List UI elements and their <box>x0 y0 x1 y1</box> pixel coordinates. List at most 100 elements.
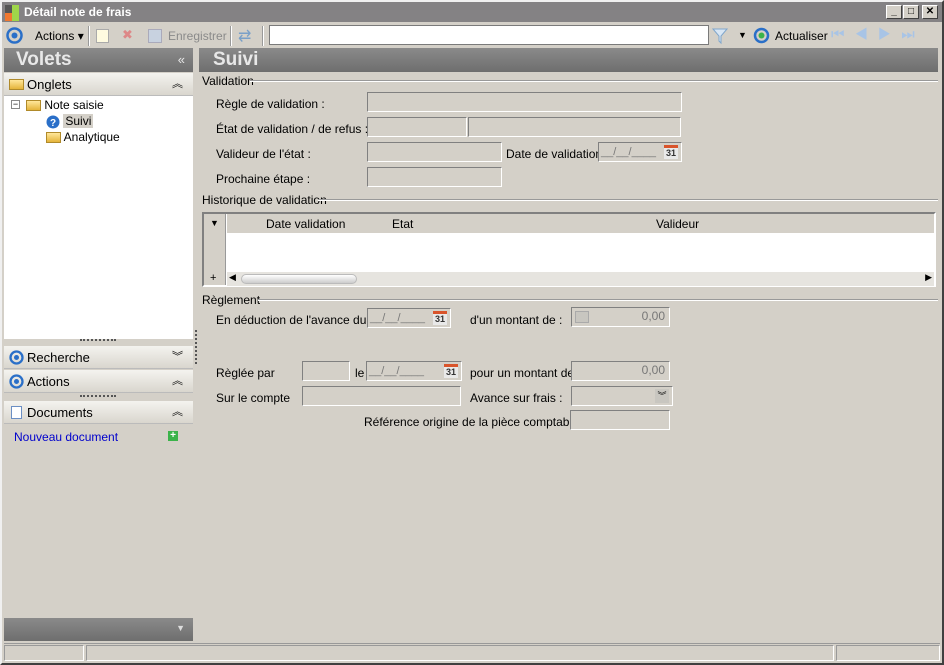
new-icon[interactable] <box>96 29 109 43</box>
collapse-panel-button[interactable]: « <box>178 48 185 72</box>
record-navigation: ⏮◀▶⏭ <box>831 26 925 43</box>
first-record-icon[interactable]: ⏮ <box>831 26 855 43</box>
tree-label: Note saisie <box>44 98 104 112</box>
tree-item-suivi[interactable]: ? Suivi <box>46 114 94 129</box>
amount-field[interactable]: 0,00 <box>571 307 670 327</box>
documents-label: Documents <box>27 405 93 420</box>
paid-on-label: le <box>355 366 365 380</box>
status-bar <box>4 643 940 661</box>
volets-header: Volets « <box>4 48 193 72</box>
chevron-down-icon[interactable]: ︾ <box>172 346 183 369</box>
calendar-icon[interactable]: 31 <box>664 145 678 159</box>
column-header-etat[interactable]: Etat <box>392 217 413 231</box>
reference-field[interactable] <box>570 410 670 430</box>
add-row-icon[interactable]: + <box>210 272 216 284</box>
save-button[interactable]: Enregistrer <box>168 29 227 43</box>
window-title: Détail note de frais <box>24 5 132 19</box>
actions-label: Actions <box>35 29 75 43</box>
tree-item-note-saisie[interactable]: Note saisie <box>26 98 104 112</box>
next-record-icon[interactable]: ▶ <box>878 26 901 43</box>
close-button[interactable]: ✕ <box>922 5 938 19</box>
scroll-right-icon[interactable]: ▶ <box>925 272 932 283</box>
prev-record-icon[interactable]: ◀ <box>855 26 878 43</box>
minimize-button[interactable]: _ <box>886 5 902 19</box>
app-logo-icon <box>5 5 19 21</box>
vertical-splitter[interactable] <box>195 330 197 364</box>
tabs-tree: − Note saisie ? Suivi Analytique <box>4 96 193 339</box>
recherche-section[interactable]: Recherche ︾ <box>4 346 193 369</box>
actions-menu-button[interactable]: Actions ▾ <box>35 29 84 43</box>
column-chooser-icon[interactable]: ▼ <box>210 218 219 228</box>
tree-label: Suivi <box>63 114 94 128</box>
scroll-left-icon[interactable]: ◀ <box>229 272 236 283</box>
paid-by-field[interactable] <box>302 361 350 381</box>
delete-icon[interactable]: ✖ <box>122 27 133 43</box>
chevron-up-icon[interactable]: ︽ <box>172 401 183 424</box>
paid-amount-label: pour un montant de <box>470 366 575 380</box>
add-icon[interactable]: + <box>168 431 178 441</box>
actions-section[interactable]: Actions ︽ <box>4 370 193 393</box>
column-header-date[interactable]: Date validation <box>266 217 345 231</box>
splitter-handle[interactable] <box>80 339 116 341</box>
date-mask: __/__/____ <box>601 146 657 158</box>
chevron-down-icon[interactable]: ▼ <box>176 623 185 633</box>
panel-footer: ▼ <box>4 618 193 641</box>
filter-dropdown-icon[interactable]: ▼ <box>738 30 747 40</box>
validation-date-field[interactable]: __/__/____ 31 <box>598 142 682 162</box>
advance-select[interactable]: ︾ <box>571 386 673 406</box>
rule-field[interactable] <box>367 92 682 112</box>
tree-label: Analytique <box>63 130 120 144</box>
svg-text:?: ? <box>50 118 56 129</box>
deduction-date-field[interactable]: __/__/____ 31 <box>367 308 451 328</box>
amount-label: d'un montant de : <box>470 313 563 327</box>
actions-label: Actions <box>27 374 70 389</box>
tree-item-analytique[interactable]: Analytique <box>46 130 120 144</box>
account-field[interactable] <box>302 386 461 406</box>
calendar-icon[interactable]: 31 <box>444 364 458 378</box>
onglets-section[interactable]: Onglets ︽ <box>4 73 193 96</box>
account-label: Sur le compte <box>216 391 291 405</box>
search-input[interactable] <box>269 25 709 45</box>
paid-date-field[interactable]: __/__/____ 31 <box>366 361 462 381</box>
documents-section[interactable]: Documents ︽ <box>4 401 193 424</box>
filter-icon[interactable] <box>712 27 728 45</box>
state-desc-field[interactable] <box>468 117 681 137</box>
validation-date-label: Date de validation : <box>506 147 609 161</box>
next-step-label: Prochaine étape : <box>216 172 311 186</box>
new-document-link[interactable]: Nouveau document <box>14 430 118 444</box>
tree-collapse-icon[interactable]: − <box>11 100 20 109</box>
chevron-up-icon[interactable]: ︽ <box>172 370 183 393</box>
dropdown-icon[interactable]: ︾ <box>655 389 669 403</box>
refresh-icon[interactable] <box>753 27 770 44</box>
document-icon <box>11 406 22 419</box>
next-step-field[interactable] <box>367 167 502 187</box>
calendar-icon[interactable]: 31 <box>433 311 447 325</box>
grid-row-header: ▼ + <box>204 214 226 285</box>
paid-amount-field[interactable]: 0,00 <box>571 361 670 381</box>
deduction-label: En déduction de l'avance du <box>216 313 367 327</box>
sync-icon[interactable]: ⇄ <box>238 26 251 46</box>
state-code-field[interactable] <box>367 117 467 137</box>
onglets-label: Onglets <box>27 77 72 92</box>
refresh-button[interactable]: Actualiser <box>775 29 828 43</box>
paid-amount-value: 0,00 <box>641 363 665 377</box>
folder-icon <box>26 100 41 112</box>
scroll-thumb[interactable] <box>241 274 357 284</box>
horizontal-scrollbar[interactable]: ◀ ▶ <box>227 272 934 286</box>
title-bar: Détail note de frais <box>2 2 942 22</box>
calculator-icon[interactable] <box>575 311 589 323</box>
date-mask: __/__/____ <box>370 312 426 324</box>
folder-icon <box>9 79 24 90</box>
last-record-icon[interactable]: ⏭ <box>901 26 925 43</box>
validator-field[interactable] <box>367 142 502 162</box>
chevron-up-icon[interactable]: ︽ <box>172 73 183 96</box>
actions-circle-icon <box>9 374 24 389</box>
amount-value: 0,00 <box>641 309 665 323</box>
splitter-handle[interactable] <box>80 395 116 397</box>
folder-icon <box>46 132 61 144</box>
advance-label: Avance sur frais : <box>470 391 563 405</box>
maximize-button[interactable]: □ <box>903 5 919 19</box>
column-header-valideur[interactable]: Valideur <box>656 217 699 231</box>
actions-circle-icon <box>6 27 23 44</box>
save-icon[interactable] <box>148 29 162 43</box>
